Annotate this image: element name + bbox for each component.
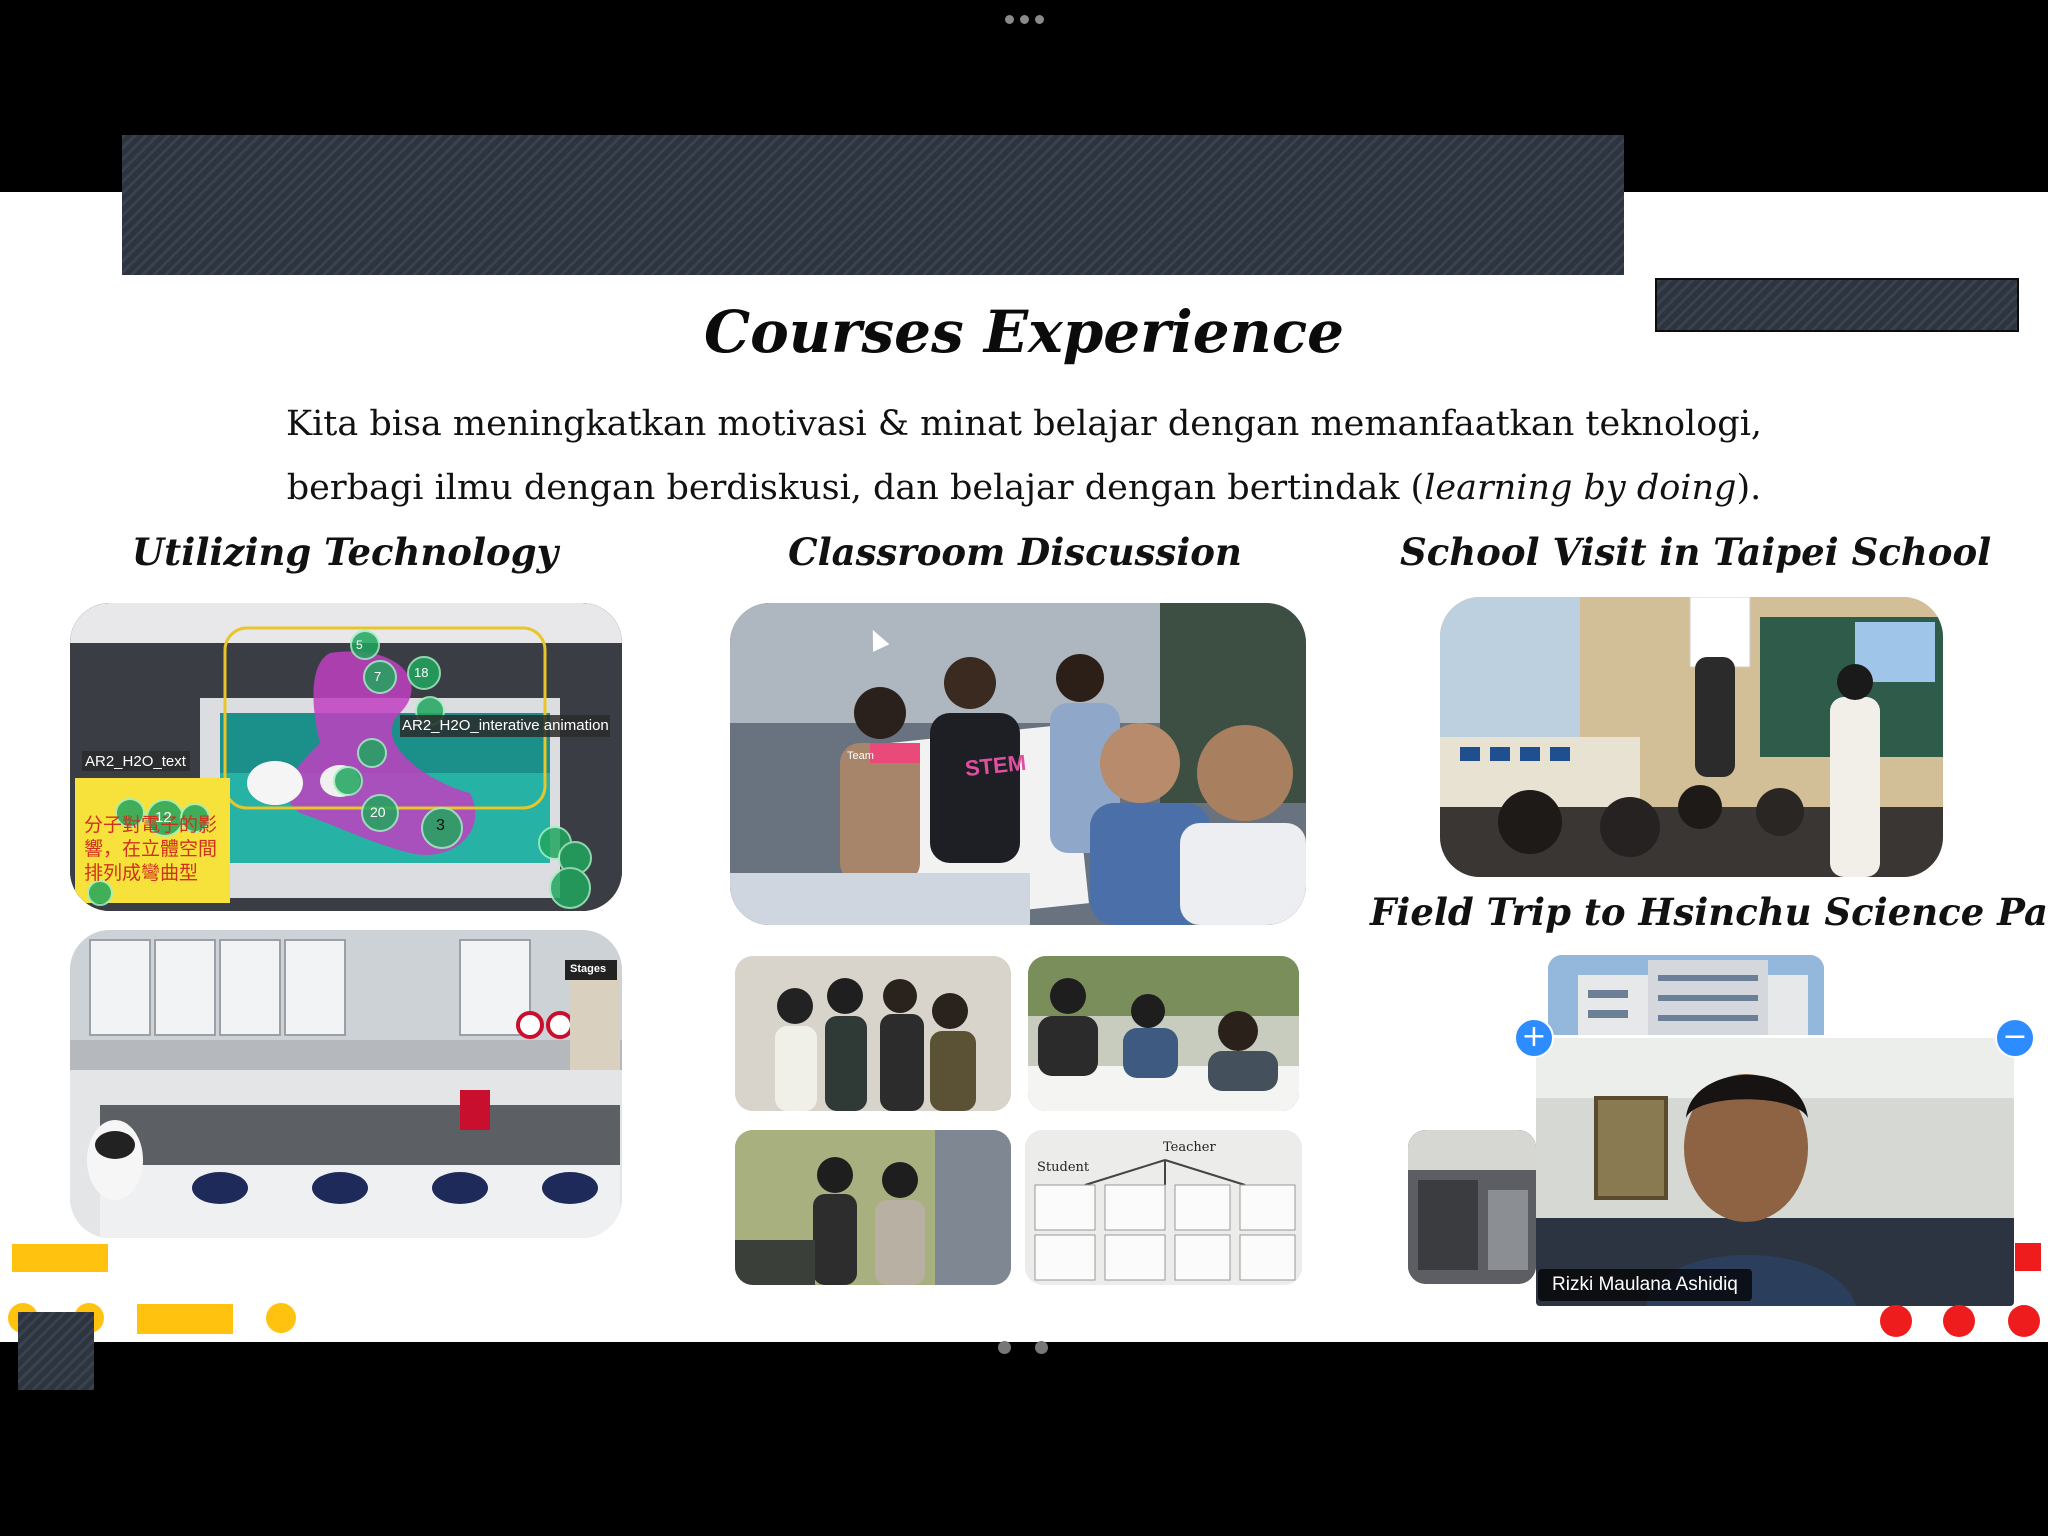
student-label: Student: [1037, 1160, 1090, 1175]
photo-hsinchu-lab: [1408, 1130, 1536, 1284]
slide-subtitle: Kita bisa meningkatkan motivasi & minat …: [230, 392, 1818, 520]
discussion-3-illustration: [735, 1130, 1011, 1285]
photo-whiteboard-notes: Student Teacher: [1025, 1130, 1302, 1285]
menu-dot-icon: [1004, 14, 1014, 24]
virtual-lab-illustration: [70, 930, 622, 1238]
node-number: 12: [155, 809, 172, 826]
discussion-2-illustration: [1028, 956, 1299, 1111]
decorative-top-banner: [122, 135, 1624, 275]
photo-ar-molecule: AR2_H2O_interative animation AR2_H2O_tex…: [70, 603, 622, 911]
decorative-corner-block: [18, 1312, 94, 1390]
slide-title: Courses Experience: [703, 298, 1345, 366]
stages-label: Stages: [570, 963, 607, 975]
discussion-1-illustration: [735, 956, 1011, 1111]
zoom-out-button[interactable]: −: [1995, 1018, 2035, 1058]
photo-discussion-1: [735, 956, 1011, 1111]
photo-school-visit: [1440, 597, 1943, 877]
chinese-note: 分子對電子的影響，在立體空間排列成彎曲型: [84, 814, 218, 884]
window-options-menu[interactable]: [1000, 12, 1048, 26]
menu-dot-icon: [1019, 14, 1029, 24]
section-heading-school-visit: School Visit in Taipei School: [1400, 530, 1992, 574]
teacher-label: Teacher: [1163, 1140, 1216, 1155]
participant-name-label: Rizki Maulana Ashidiq: [1538, 1269, 1752, 1301]
ar-text-label: AR2_H2O_text: [85, 753, 186, 770]
photo-discussion-2: [1028, 956, 1299, 1111]
team-sign: Team: [847, 750, 874, 762]
decorative-red-dot: [1880, 1305, 1912, 1337]
slide-pager[interactable]: [998, 1341, 1048, 1354]
photo-virtual-lab: Stages: [70, 930, 622, 1238]
section-heading-field-trip: Field Trip to Hsinchu Science Park: [1370, 890, 2048, 934]
participant-video-tile[interactable]: [1536, 1038, 2014, 1306]
photo-hsinchu-building: [1548, 955, 1824, 1035]
node-number: 20: [370, 804, 386, 820]
photo-discussion-3: [735, 1130, 1011, 1285]
decorative-yellow-dot: [266, 1303, 296, 1333]
node-number: 18: [414, 665, 429, 680]
section-heading-discussion: Classroom Discussion: [788, 530, 1242, 574]
building-illustration: [1548, 955, 1824, 1035]
node-number: 5: [356, 638, 363, 652]
decorative-red-dot: [2008, 1305, 2040, 1337]
node-number: 3: [436, 817, 445, 834]
ar-animation-label: AR2_H2O_interative animation: [402, 717, 609, 734]
decorative-red-dot: [1943, 1305, 1975, 1337]
zoom-in-button[interactable]: +: [1514, 1018, 1554, 1058]
pager-dot-icon[interactable]: [998, 1341, 1011, 1354]
decorative-red-block: [2015, 1243, 2041, 1271]
photo-classroom-group: Team STEM: [730, 603, 1306, 925]
school-visit-illustration: [1440, 597, 1943, 877]
lab-equipment-illustration: [1408, 1130, 1536, 1284]
section-heading-technology: Utilizing Technology: [131, 530, 559, 574]
subtitle-line-2: berbagi ilmu dengan berdiskusi, dan bela…: [286, 468, 1762, 508]
pager-dot-icon[interactable]: [1035, 1341, 1048, 1354]
subtitle-line-1: Kita bisa meningkatkan motivasi & minat …: [285, 404, 1763, 444]
decorative-yellow-bar: [12, 1244, 108, 1272]
menu-dot-icon: [1034, 14, 1044, 24]
decorative-yellow-bar: [137, 1304, 233, 1334]
node-number: 7: [374, 669, 382, 684]
participant-video-feed: [1536, 1038, 2014, 1306]
